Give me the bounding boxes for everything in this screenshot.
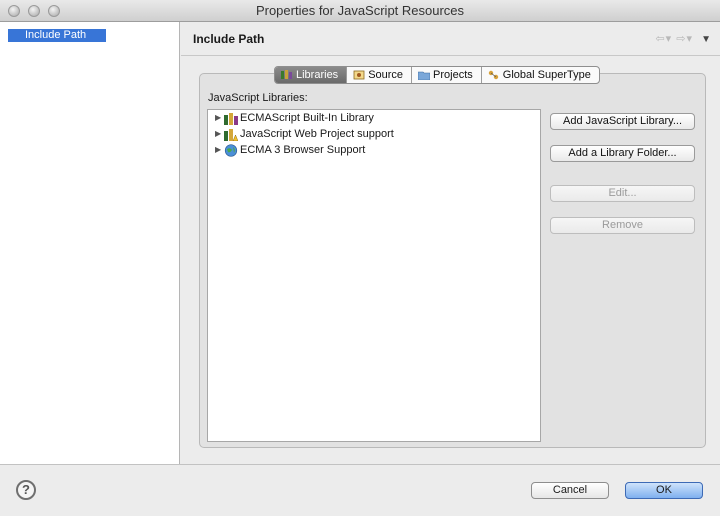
libraries-tree[interactable]: ▶ ECMAScript Built-In Library ▶ JavaScri… [207, 109, 541, 442]
sidebar: Include Path [0, 22, 180, 464]
view-menu-icon[interactable]: ▼ [701, 34, 712, 45]
sidebar-item-include-path[interactable]: Include Path [8, 29, 106, 42]
supertype-icon [488, 70, 498, 80]
library-warning-icon [224, 128, 238, 141]
title-bar: Properties for JavaScript Resources [0, 0, 720, 22]
expand-arrow-icon[interactable]: ▶ [215, 142, 224, 158]
tab-projects[interactable]: Projects [412, 67, 482, 83]
add-javascript-library-button[interactable]: Add JavaScript Library... [550, 113, 695, 130]
projects-folder-icon [418, 71, 431, 80]
tab-source[interactable]: Source [347, 67, 413, 83]
tree-item-ecma3-browser-support[interactable]: ▶ ECMA 3 Browser Support [215, 142, 365, 158]
libraries-label: JavaScript Libraries: [208, 92, 308, 104]
tab-bar: Libraries Source Projects Global SuperTy… [274, 66, 600, 84]
tree-item-label: ECMAScript Built-In Library [240, 112, 374, 124]
expand-arrow-icon[interactable]: ▶ [215, 110, 224, 126]
tree-item-label: ECMA 3 Browser Support [240, 144, 366, 156]
tree-item-web-project-support[interactable]: ▶ JavaScript Web Project support [215, 126, 394, 142]
libraries-icon [281, 70, 292, 79]
forward-arrow-icon[interactable]: ⇨▾ [676, 33, 693, 45]
source-icon [353, 70, 365, 80]
nav-arrows: ⇦▾ ⇨▾ ▼ [655, 32, 712, 45]
ok-button[interactable]: OK [625, 482, 703, 499]
tab-libraries[interactable]: Libraries [275, 67, 348, 83]
help-button[interactable]: ? [16, 480, 36, 500]
tab-global-supertype[interactable]: Global SuperType [482, 67, 599, 83]
back-arrow-icon[interactable]: ⇦▾ [655, 33, 672, 45]
library-icon [224, 112, 238, 125]
page-header: Include Path ⇦▾ ⇨▾ ▼ [181, 22, 720, 56]
remove-button[interactable]: Remove [550, 217, 695, 234]
tab-source-label: Source [368, 69, 404, 81]
cancel-button[interactable]: Cancel [531, 482, 609, 499]
tab-global-supertype-label: Global SuperType [502, 69, 591, 81]
edit-button[interactable]: Edit... [550, 185, 695, 202]
window-title: Properties for JavaScript Resources [255, 3, 465, 18]
globe-icon [224, 143, 238, 157]
footer-divider [0, 464, 720, 465]
tab-projects-label: Projects [433, 69, 473, 81]
page-title: Include Path [193, 32, 265, 46]
tab-libraries-label: Libraries [296, 69, 339, 81]
tree-item-ecmascript-builtin[interactable]: ▶ ECMAScript Built-In Library [215, 110, 374, 126]
tree-item-label: JavaScript Web Project support [240, 128, 394, 140]
expand-arrow-icon[interactable]: ▶ [215, 126, 224, 142]
add-library-folder-button[interactable]: Add a Library Folder... [550, 145, 695, 162]
